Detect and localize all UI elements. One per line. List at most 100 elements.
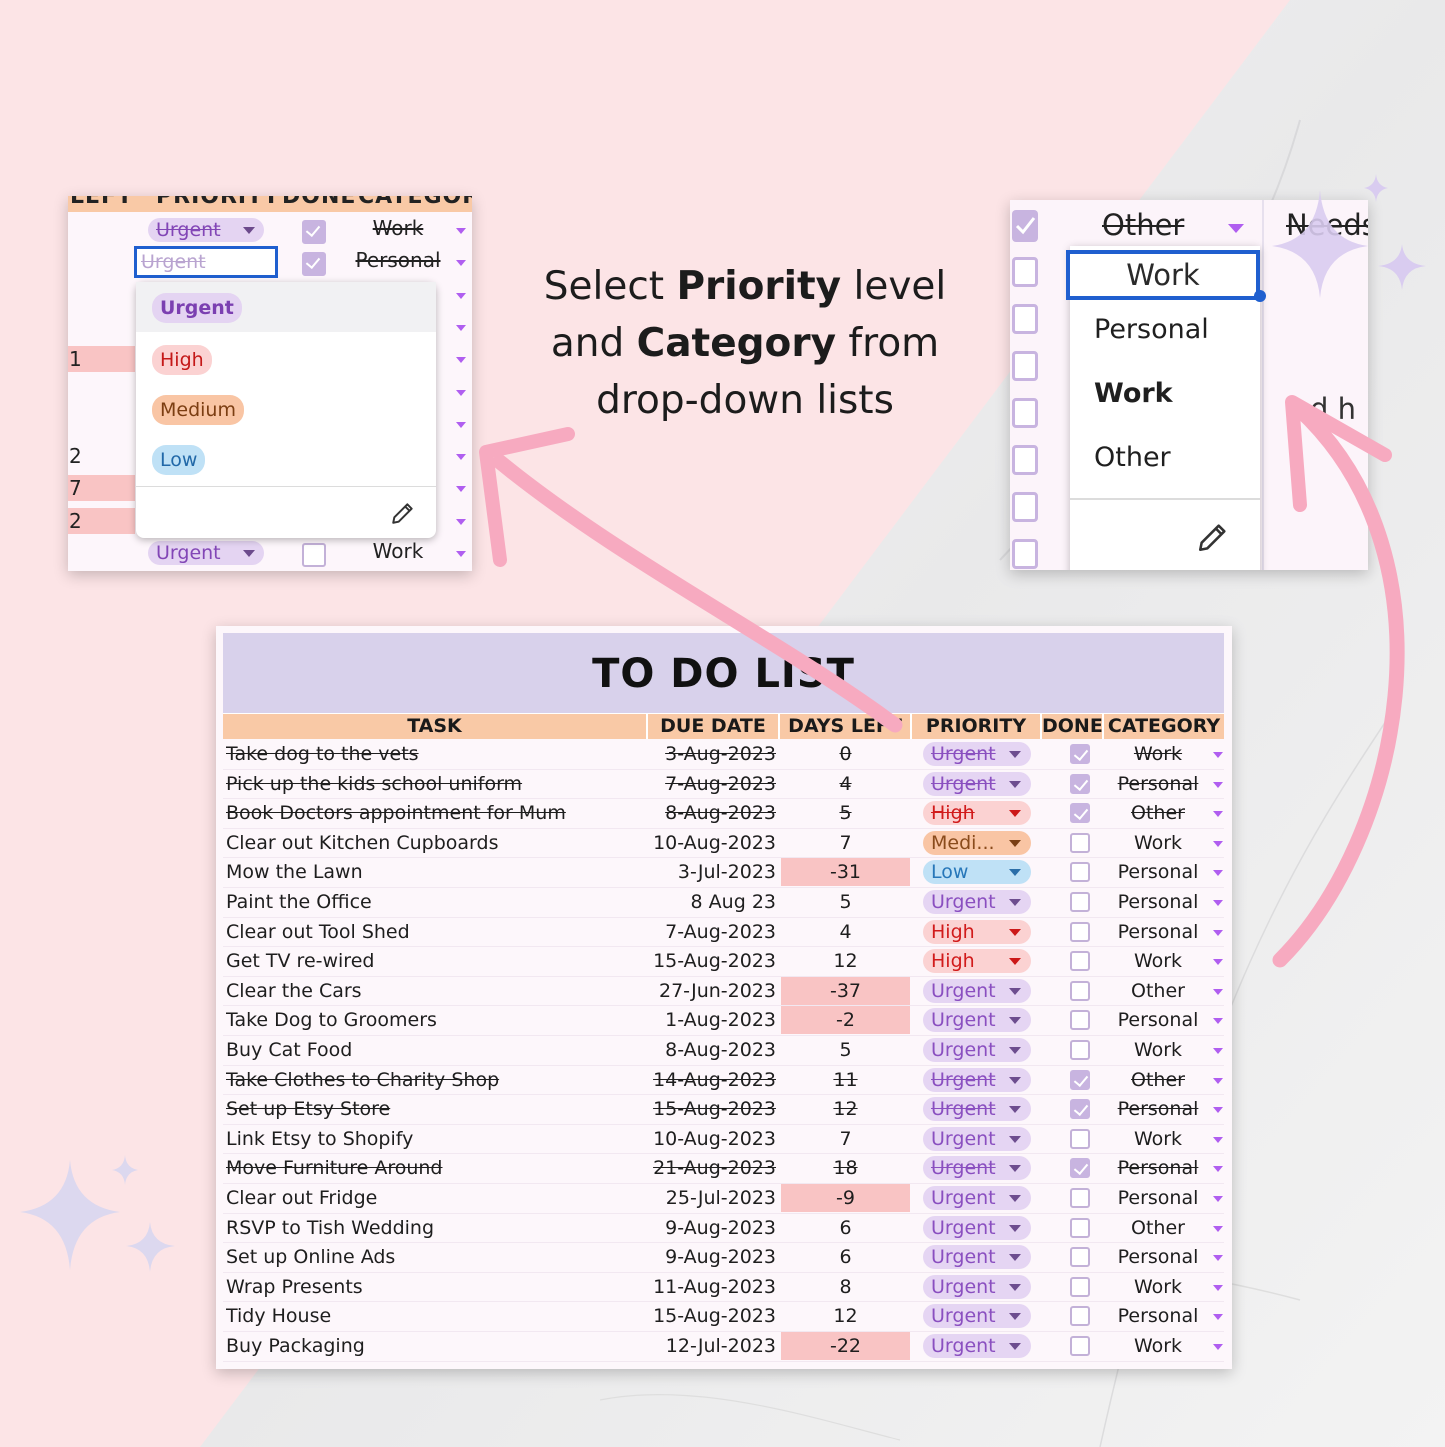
priority-chip[interactable]: Urgent: [923, 1156, 1031, 1181]
due-date-cell[interactable]: 7-Aug-2023: [648, 770, 776, 798]
done-checkbox[interactable]: [302, 543, 326, 567]
task-cell[interactable]: Set up Etsy Store: [226, 1095, 646, 1123]
category-dropdown-caret[interactable]: [1213, 929, 1223, 936]
selection-handle[interactable]: [1254, 290, 1266, 302]
task-cell[interactable]: Take dog to the vets: [226, 740, 646, 768]
priority-chip[interactable]: Urgent: [148, 218, 264, 242]
category-dropdown-caret[interactable]: [1213, 959, 1223, 966]
category-dropdown-caret[interactable]: [456, 389, 466, 396]
done-checkbox[interactable]: [1070, 1276, 1090, 1297]
priority-chip[interactable]: Urgent: [923, 1038, 1031, 1062]
category-cell[interactable]: Personal: [1103, 1095, 1213, 1123]
category-dropdown-caret[interactable]: [456, 486, 466, 493]
category-dropdown-caret[interactable]: [1213, 1166, 1223, 1173]
category-cell[interactable]: Personal: [1103, 1243, 1213, 1271]
category-cell[interactable]: Personal: [1103, 1184, 1213, 1212]
due-date-cell[interactable]: 21-Aug-2023: [648, 1154, 776, 1182]
priority-chip[interactable]: Urgent: [923, 1126, 1031, 1151]
task-cell[interactable]: Book Doctors appointment for Mum: [226, 799, 646, 827]
priority-chip[interactable]: Urgent: [923, 1008, 1031, 1033]
priority-chip[interactable]: Urgent: [923, 1334, 1031, 1358]
done-checkbox[interactable]: [1070, 951, 1090, 972]
due-date-cell[interactable]: 27-Jun-2023: [648, 977, 776, 1005]
due-date-cell[interactable]: 10-Aug-2023: [648, 1125, 776, 1153]
task-cell[interactable]: Clear out Tool Shed: [226, 918, 646, 946]
category-dropdown-caret[interactable]: [1213, 840, 1223, 847]
category-cell[interactable]: Personal: [1103, 1302, 1213, 1330]
done-checkbox[interactable]: [1070, 1069, 1090, 1090]
category-dropdown-caret[interactable]: [1213, 1018, 1223, 1025]
category-cell[interactable]: Work: [1103, 740, 1213, 768]
category-cell[interactable]: Other: [1103, 977, 1213, 1005]
due-date-cell[interactable]: 3-Aug-2023: [648, 740, 776, 768]
category-cell[interactable]: Other: [1103, 799, 1213, 827]
done-checkbox[interactable]: [1012, 445, 1038, 475]
priority-chip[interactable]: Medi...: [923, 830, 1031, 855]
category-dropdown-caret[interactable]: [456, 551, 466, 557]
dropdown-option-work[interactable]: Work: [1094, 378, 1173, 409]
category-cell[interactable]: Work: [1103, 947, 1213, 975]
task-cell[interactable]: Buy Packaging: [226, 1332, 646, 1360]
priority-chip[interactable]: Urgent: [923, 742, 1031, 766]
due-date-cell[interactable]: 8-Aug-2023: [648, 1036, 776, 1064]
due-date-cell[interactable]: 12-Jul-2023: [648, 1332, 776, 1360]
category-cell[interactable]: Other: [1103, 1214, 1213, 1242]
priority-chip[interactable]: High: [923, 801, 1031, 826]
task-cell[interactable]: Move Furniture Around: [226, 1154, 646, 1182]
task-cell[interactable]: Clear out Fridge: [226, 1184, 646, 1212]
category-dropdown-caret[interactable]: [1213, 870, 1223, 877]
category-dropdown-caret[interactable]: [1213, 1225, 1223, 1232]
done-checkbox-checked[interactable]: [1012, 210, 1038, 242]
category-cell-editor[interactable]: Work: [1066, 250, 1260, 300]
category-dropdown-caret[interactable]: [1213, 1344, 1223, 1350]
dropdown-option-personal[interactable]: Personal: [1094, 314, 1209, 345]
category-dropdown-caret[interactable]: [1213, 1136, 1223, 1143]
priority-chip[interactable]: High: [923, 919, 1031, 944]
category-dropdown-caret[interactable]: [1228, 224, 1244, 233]
done-checkbox[interactable]: [302, 252, 326, 277]
category-dropdown-caret[interactable]: [1213, 1255, 1223, 1262]
due-date-cell[interactable]: 7-Aug-2023: [648, 918, 776, 946]
due-date-cell[interactable]: 1-Aug-2023: [648, 1006, 776, 1034]
pencil-icon[interactable]: [1196, 520, 1230, 554]
task-cell[interactable]: Clear the Cars: [226, 977, 646, 1005]
done-checkbox[interactable]: [1070, 1099, 1090, 1120]
task-cell[interactable]: RSVP to Tish Wedding: [226, 1214, 646, 1242]
pencil-icon[interactable]: [390, 500, 416, 526]
category-dropdown-caret[interactable]: [1213, 752, 1223, 758]
category-cell[interactable]: Personal: [1103, 1154, 1213, 1182]
done-checkbox[interactable]: [1070, 1247, 1090, 1268]
category-cell[interactable]: Work: [1103, 1125, 1213, 1153]
category-dropdown-caret[interactable]: [456, 421, 466, 428]
priority-cell-editor[interactable]: Urgent: [134, 246, 278, 278]
done-checkbox[interactable]: [1070, 1336, 1090, 1356]
category-dropdown-caret[interactable]: [456, 292, 466, 299]
category-cell[interactable]: Personal: [1103, 770, 1213, 798]
category-dropdown-caret[interactable]: [1213, 1048, 1223, 1054]
category-dropdown-caret[interactable]: [456, 518, 466, 525]
due-date-cell[interactable]: 15-Aug-2023: [648, 1302, 776, 1330]
category-dropdown-caret[interactable]: [456, 260, 466, 267]
priority-chip[interactable]: Low: [923, 860, 1031, 885]
done-checkbox[interactable]: [302, 220, 326, 244]
due-date-cell[interactable]: 8-Aug-2023: [648, 799, 776, 827]
done-checkbox[interactable]: [1070, 862, 1090, 883]
priority-chip[interactable]: Urgent: [923, 1097, 1031, 1122]
dropdown-option-medium[interactable]: Medium: [136, 384, 436, 434]
due-date-cell[interactable]: 15-Aug-2023: [648, 1095, 776, 1123]
dropdown-option-urgent[interactable]: Urgent: [136, 282, 436, 332]
priority-chip[interactable]: High: [923, 949, 1031, 974]
done-checkbox[interactable]: [1070, 892, 1090, 912]
category-dropdown-caret[interactable]: [1213, 781, 1223, 788]
done-checkbox[interactable]: [1012, 492, 1038, 522]
category-dropdown-caret[interactable]: [456, 454, 466, 461]
category-cell[interactable]: Work: [1103, 1332, 1213, 1360]
category-cell[interactable]: Work: [1103, 829, 1213, 857]
priority-chip[interactable]: Urgent: [923, 1067, 1031, 1092]
due-date-cell[interactable]: 11-Aug-2023: [648, 1273, 776, 1301]
task-cell[interactable]: Set up Online Ads: [226, 1243, 646, 1271]
task-cell[interactable]: Paint the Office: [226, 888, 646, 916]
priority-chip[interactable]: Urgent: [923, 890, 1031, 914]
due-date-cell[interactable]: 25-Jul-2023: [648, 1184, 776, 1212]
category-dropdown-caret[interactable]: [1213, 988, 1223, 995]
